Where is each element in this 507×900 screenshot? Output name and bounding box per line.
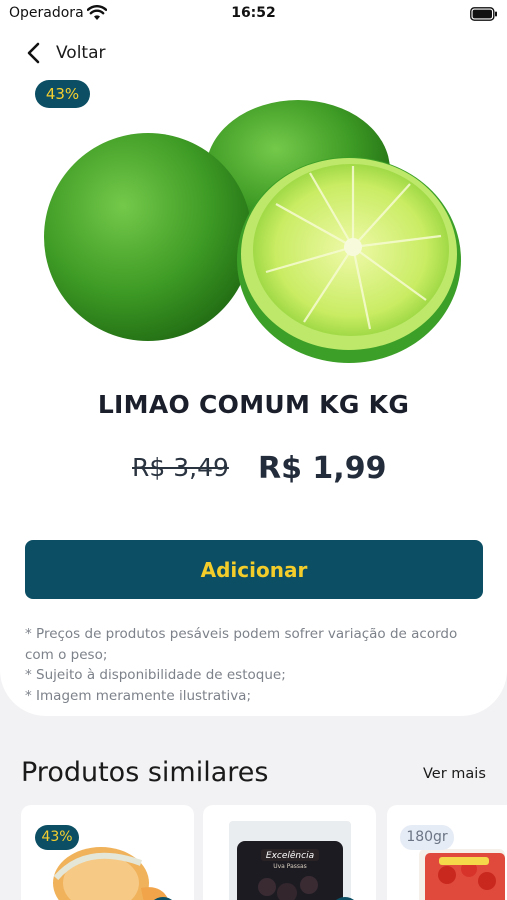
- clock: 16:52: [231, 5, 276, 21]
- add-to-cart-button[interactable]: Adicionar: [25, 540, 483, 599]
- product-image: [44, 100, 461, 363]
- weight-badge: 180gr: [400, 825, 454, 850]
- current-price: R$ 1,99: [258, 451, 387, 486]
- discount-badge: 43%: [35, 825, 79, 850]
- status-bar: Operadora 16:52: [0, 0, 507, 30]
- chevron-left-icon: [27, 42, 40, 64]
- back-label: Voltar: [56, 43, 106, 63]
- similar-products-title: Produtos similares: [21, 757, 269, 788]
- back-button[interactable]: Voltar: [26, 40, 106, 66]
- see-more-link[interactable]: Ver mais: [423, 766, 486, 782]
- similar-product-card[interactable]: 180gr: [387, 805, 507, 900]
- similar-product-card[interactable]: Excelência Uva Passas: [203, 805, 376, 900]
- disclaimer: * Preços de produtos pesáveis podem sofr…: [25, 624, 465, 706]
- old-price: R$ 3,49: [132, 453, 229, 482]
- disclaimer-line: * Preços de produtos pesáveis podem sofr…: [25, 626, 458, 663]
- product-title: LIMAO COMUM KG KG: [97, 390, 410, 419]
- similar-product-card[interactable]: 43%: [21, 805, 194, 900]
- battery-icon: [470, 7, 497, 21]
- strawberry-pack-image: [419, 849, 505, 900]
- pack-product-label: Uva Passas: [273, 863, 307, 870]
- discount-badge: 43%: [35, 80, 90, 108]
- disclaimer-line: * Imagem meramente ilustrativa;: [25, 687, 252, 704]
- pack-brand-label: Excelência: [265, 851, 315, 861]
- disclaimer-line: * Sujeito à disponibilidade de estoque;: [25, 667, 286, 683]
